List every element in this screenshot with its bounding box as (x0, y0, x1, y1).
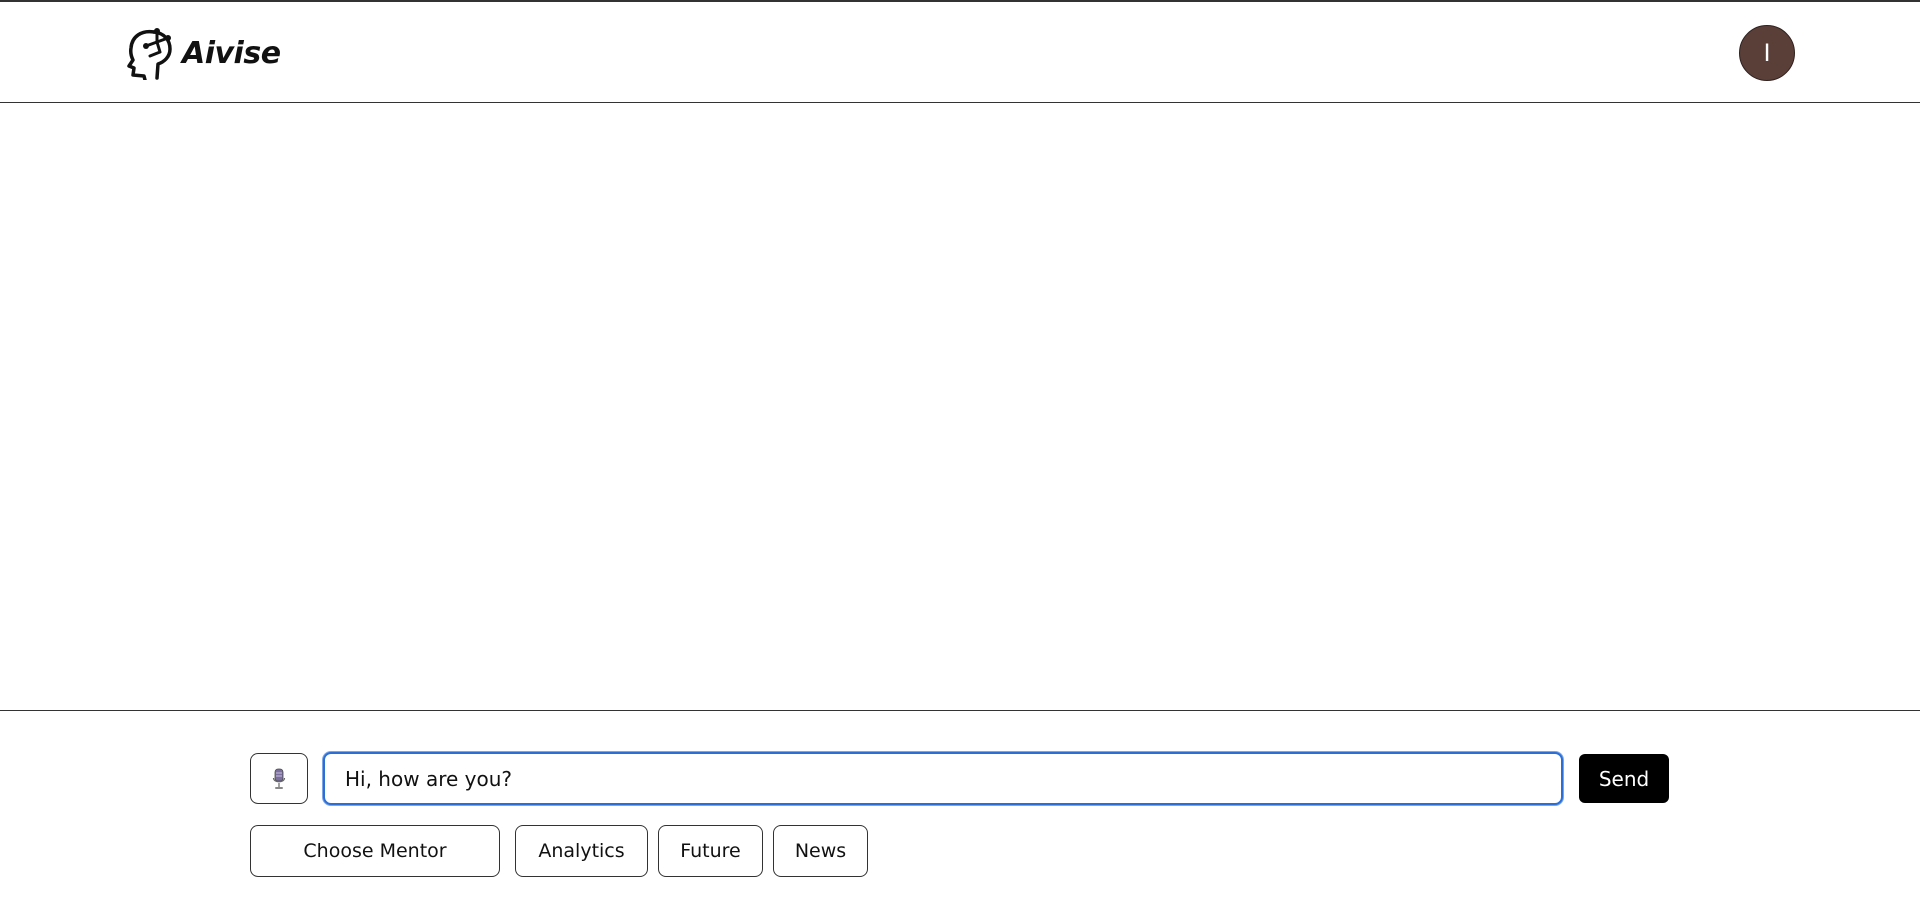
microphone-icon (272, 768, 286, 789)
brand-logo[interactable]: Aivise (124, 26, 281, 80)
chat-messages-area (0, 103, 1920, 711)
message-input[interactable] (323, 752, 1563, 805)
news-button[interactable]: News (773, 825, 868, 877)
future-button[interactable]: Future (658, 825, 763, 877)
brand-name: Aivise (182, 35, 281, 71)
send-button[interactable]: Send (1579, 754, 1669, 803)
message-composer: Send Choose Mentor Analytics Future News (0, 711, 1920, 912)
microphone-button[interactable] (250, 753, 308, 804)
top-header: Aivise I (0, 2, 1920, 103)
choose-mentor-button[interactable]: Choose Mentor (250, 825, 500, 877)
analytics-button[interactable]: Analytics (515, 825, 648, 877)
avatar-initial: I (1763, 39, 1771, 67)
app-page: Aivise I Send Choose Mentor Analytics Fu… (0, 0, 1920, 912)
robot-head-circuit-icon (127, 28, 172, 80)
user-avatar[interactable]: I (1739, 25, 1795, 81)
